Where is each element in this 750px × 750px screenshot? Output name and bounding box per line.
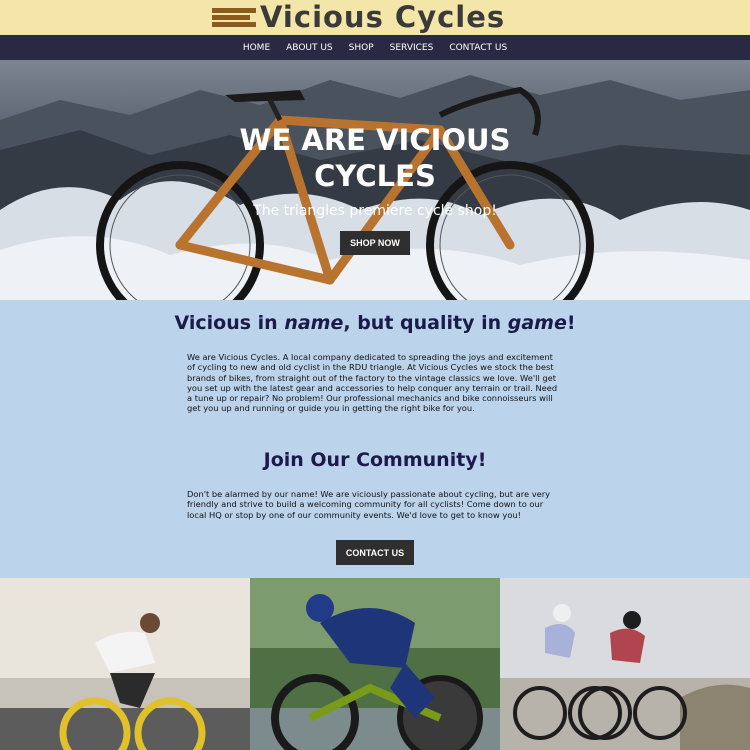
photo-two-riders: [500, 578, 750, 750]
site-header: Vicious Cycles: [0, 0, 750, 35]
about-paragraph: We are Vicious Cycles. A local company d…: [187, 352, 558, 414]
contact-us-button[interactable]: CONTACT US: [336, 540, 414, 565]
nav-about-us[interactable]: ABOUT US: [278, 43, 341, 53]
nav-home[interactable]: HOME: [235, 43, 278, 53]
hero-banner: WE ARE VICIOUS CYCLES The triangles prem…: [0, 60, 750, 300]
photo-gallery: [0, 578, 750, 750]
site-logo[interactable]: Vicious Cycles: [212, 0, 506, 34]
photo-yellow-bike-rider: [0, 578, 250, 750]
shop-now-button[interactable]: SHOP NOW: [340, 231, 410, 255]
about-heading-emphasis-game: game: [507, 312, 567, 334]
community-paragraph: Don't be alarmed by our name! We are vic…: [187, 489, 551, 520]
logo-text: Vicious Cycles: [260, 0, 506, 34]
about-heading-part-1: Vicious in: [174, 312, 285, 334]
hero-title: WE ARE VICIOUS CYCLES: [239, 123, 511, 193]
nav-services[interactable]: SERVICES: [382, 43, 442, 53]
community-heading: Join Our Community!: [263, 449, 487, 471]
about-heading-part-2: , but quality in: [343, 312, 508, 334]
hero-subtitle: The triangles premiere cycle shop!: [253, 203, 497, 219]
about-heading-emphasis-name: name: [284, 312, 344, 334]
main-nav: HOME ABOUT US SHOP SERVICES CONTACT US: [0, 35, 750, 60]
logo-stripes-icon: [212, 5, 256, 29]
about-heading-part-3: !: [566, 312, 576, 334]
nav-contact-us[interactable]: CONTACT US: [441, 43, 515, 53]
about-heading: Vicious in name, but quality in game!: [0, 312, 750, 334]
photo-racer-cyclist: [250, 578, 500, 750]
nav-shop[interactable]: SHOP: [341, 43, 382, 53]
